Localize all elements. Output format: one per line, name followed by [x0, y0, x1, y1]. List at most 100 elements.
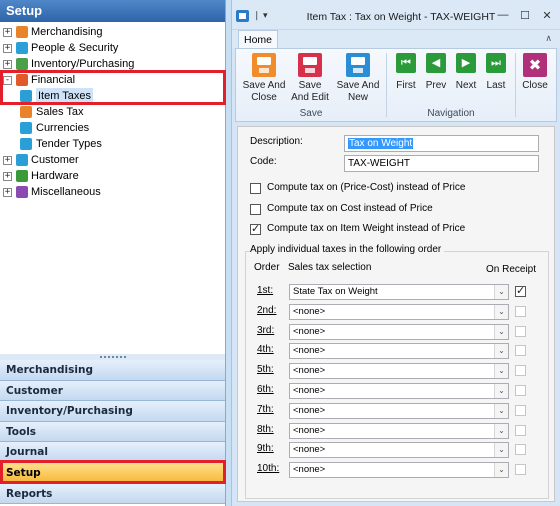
chevron-down-icon[interactable]: ⌄ [494, 463, 508, 478]
last-button[interactable]: ⏭ Last [482, 53, 510, 92]
sales-tax-select-3[interactable]: <none> ⌄ [289, 323, 509, 340]
sales-tax-select-value: <none> [293, 464, 326, 476]
compute-option-checkbox[interactable] [250, 222, 261, 235]
ribbon: Save And Close Save And Edit Save And New Save… [235, 48, 557, 122]
item-taxes-icon [20, 90, 32, 102]
expand-icon[interactable]: + [3, 60, 12, 69]
sales-tax-select-6[interactable]: <none> ⌄ [289, 383, 509, 399]
setup-tree: + Merchandising + People & Security + Invento… [0, 22, 225, 354]
on-receipt-checkbox[interactable] [515, 424, 526, 436]
tree-item-customer[interactable]: + Customer [0, 152, 225, 168]
next-button[interactable]: ▶ Next [452, 53, 480, 92]
description-value: Tax on Weight [348, 138, 414, 149]
code-field[interactable]: TAX-WEIGHT [344, 155, 539, 172]
sales-tax-select-1[interactable]: State Tax on Weight ⌄ [289, 284, 509, 300]
nav-button-tools[interactable]: Tools [0, 421, 225, 443]
expand-icon[interactable]: + [3, 44, 12, 53]
nav-button-reports[interactable]: Reports [0, 483, 225, 505]
sales-tax-select-value: <none> [293, 444, 326, 456]
expand-icon[interactable]: + [3, 28, 12, 37]
nav-button-inventory-purchasing[interactable]: Inventory/Purchasing [0, 401, 225, 422]
tree-item-financial[interactable]: - Financial [0, 72, 225, 88]
button-label-line: Save [298, 80, 322, 91]
chevron-down-icon[interactable]: ⌄ [494, 285, 508, 299]
compute-option-checkbox[interactable] [250, 204, 261, 215]
save-and-edit-button[interactable]: Save And Edit [288, 53, 332, 104]
tree-item-label: Customer [31, 154, 79, 166]
tree-item-sales-tax[interactable]: Sales Tax [0, 104, 225, 120]
collapse-icon[interactable]: - [3, 76, 12, 85]
tab-home[interactable]: Home [238, 30, 278, 49]
sales-tax-select-4[interactable]: <none> ⌄ [289, 343, 509, 360]
ribbon-collapse-icon[interactable]: ∧ [545, 33, 552, 44]
chevron-down-icon[interactable]: ⌄ [494, 384, 508, 398]
close-button[interactable]: ✖ Close [520, 53, 550, 92]
on-receipt-checkbox[interactable] [515, 385, 526, 396]
compute-option-checkbox[interactable] [250, 183, 261, 194]
order-column-header: Order [254, 262, 280, 273]
chevron-down-icon[interactable]: ⌄ [494, 304, 508, 319]
tree-item-hardware[interactable]: + Hardware [0, 168, 225, 184]
chevron-down-icon[interactable]: ⌄ [494, 423, 508, 438]
sales-tax-select-2[interactable]: <none> ⌄ [289, 303, 509, 320]
button-label: Last [486, 80, 506, 91]
on-receipt-checkbox[interactable] [515, 325, 526, 337]
item-tax-form: Description: Tax on Weight Code: TAX-WEI… [237, 126, 555, 502]
on-receipt-checkbox[interactable] [515, 284, 526, 297]
on-receipt-checkbox[interactable] [515, 345, 526, 357]
save-and-new-button[interactable]: Save And New [336, 53, 380, 104]
tree-item-label: People & Security [31, 42, 119, 54]
on-receipt-checkbox[interactable] [515, 464, 526, 476]
on-receipt-checkbox[interactable] [515, 404, 526, 416]
button-label-line: And Edit [291, 92, 329, 103]
sales-tax-select-value: <none> [293, 385, 326, 396]
tree-item-merchandising[interactable]: + Merchandising [0, 24, 225, 40]
close-window-icon[interactable]: ✕ [540, 9, 554, 22]
expand-icon[interactable]: + [3, 156, 12, 165]
chevron-down-icon[interactable]: ⌄ [494, 324, 508, 339]
tree-item-inventory-purchasing[interactable]: + Inventory/Purchasing [0, 56, 225, 72]
nav-button-customer[interactable]: Customer [0, 380, 225, 402]
next-icon: ▶ [456, 53, 476, 73]
miscellaneous-icon [16, 186, 28, 198]
expand-icon[interactable]: + [3, 172, 12, 181]
sales-tax-select-7[interactable]: <none> ⌄ [289, 402, 509, 419]
sales-tax-select-10[interactable]: <none> ⌄ [289, 462, 509, 479]
maximize-icon[interactable]: ☐ [518, 9, 532, 22]
nav-button-journal[interactable]: Journal [0, 442, 225, 463]
nav-button-merchandising[interactable]: Merchandising [0, 360, 225, 381]
sales-tax-select-9[interactable]: <none> ⌄ [289, 442, 509, 459]
first-button[interactable]: ⏮ First [392, 53, 420, 92]
sales-tax-select-8[interactable]: <none> ⌄ [289, 422, 509, 439]
expand-icon[interactable]: + [3, 188, 12, 197]
chevron-down-icon[interactable]: ⌄ [494, 403, 508, 418]
window-titlebar: ❘ ▾ Item Tax : Tax on Weight - TAX-WEIGH… [232, 0, 560, 30]
save-and-close-button[interactable]: Save And Close [242, 53, 286, 104]
minimize-icon[interactable]: — [496, 9, 510, 21]
tree-item-tender-types[interactable]: Tender Types [0, 136, 225, 152]
tree-item-item-taxes[interactable]: Item Taxes [0, 88, 225, 104]
tax-order-label: 4th: [257, 344, 274, 356]
sales-tax-select-5[interactable]: <none> ⌄ [289, 363, 509, 380]
first-icon: ⏮ [396, 53, 416, 73]
tree-item-label: Sales Tax [36, 106, 84, 118]
button-label: Next [455, 80, 477, 91]
on-receipt-checkbox[interactable] [515, 305, 526, 317]
chevron-down-icon[interactable]: ⌄ [494, 443, 508, 458]
description-field[interactable]: Tax on Weight [344, 135, 539, 152]
tree-item-people-security[interactable]: + People & Security [0, 40, 225, 56]
nav-button-setup[interactable]: Setup [0, 462, 225, 484]
tax-order-label: 8th: [257, 423, 274, 435]
tax-order-group-title: Apply individual taxes in the following … [250, 244, 445, 255]
tax-order-label: 10th: [257, 463, 280, 475]
prev-icon: ◀ [426, 53, 446, 73]
tree-item-label: Currencies [36, 122, 90, 134]
hardware-icon [16, 170, 28, 182]
on-receipt-checkbox[interactable] [515, 444, 526, 456]
tree-item-miscellaneous[interactable]: + Miscellaneous [0, 184, 225, 200]
on-receipt-checkbox[interactable] [515, 365, 526, 377]
chevron-down-icon[interactable]: ⌄ [494, 364, 508, 379]
chevron-down-icon[interactable]: ⌄ [494, 344, 508, 359]
prev-button[interactable]: ◀ Prev [422, 53, 450, 92]
tree-item-currencies[interactable]: Currencies [0, 120, 225, 136]
